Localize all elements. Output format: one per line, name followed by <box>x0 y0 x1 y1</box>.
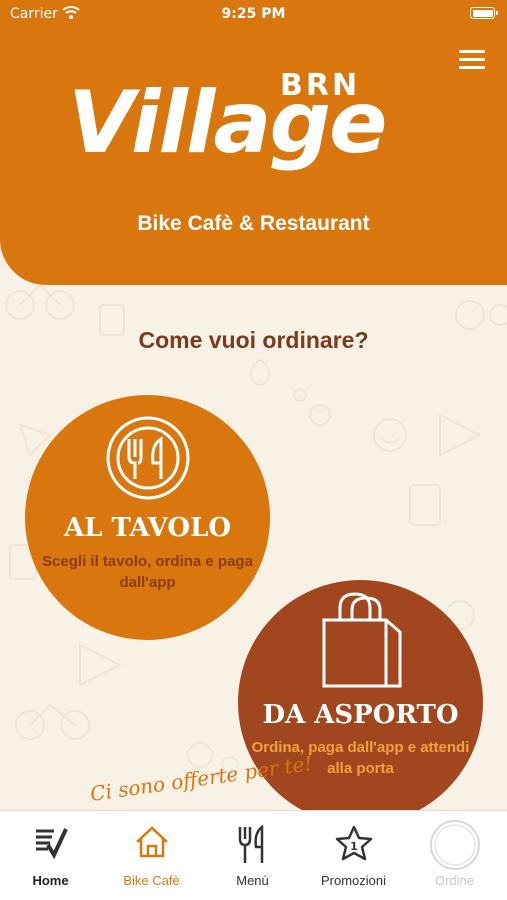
checklist-icon <box>35 828 68 859</box>
tab-promozioni-label: Promozioni <box>320 873 387 888</box>
logo-village: Village <box>68 73 387 173</box>
tab-menu-label: Menù <box>236 873 269 888</box>
star-icon: 1 <box>335 825 372 861</box>
status-time: 9:25 PM <box>221 6 286 22</box>
battery-icon <box>470 7 498 19</box>
tab-home[interactable]: Home <box>0 811 101 900</box>
house-icon <box>135 826 168 858</box>
tab-menu[interactable]: Menù <box>202 811 303 900</box>
tab-bike-cafe[interactable]: Bike Cafè <box>101 811 202 900</box>
al-tavolo-button[interactable]: AL TAVOLO Scegli il tavolo, ordina e pag… <box>25 395 270 640</box>
circle-icon <box>429 820 480 870</box>
fork-knife-icon <box>238 825 263 863</box>
header-subtitle: Bike Cafè & Restaurant <box>137 212 370 235</box>
shopping-bag-icon <box>322 592 401 688</box>
tab-ordine-label: Ordine <box>434 873 475 888</box>
tab-promozioni[interactable]: 1 Promozioni <box>303 811 404 900</box>
promo-badge: 1 <box>350 840 358 853</box>
tab-bike-cafe-label: Bike Cafè <box>123 873 180 888</box>
da-asporto-title: DA ASPORTO <box>262 700 459 730</box>
status-bar: Carrier 9:25 PM <box>0 0 507 30</box>
al-tavolo-description: Scegli il tavolo, ordina e paga dall'app <box>42 553 253 591</box>
header: BRN Village Bike Cafè & Restaurant <box>0 0 507 285</box>
plate-cutlery-icon <box>106 416 189 500</box>
tab-bar: Home Bike Cafè Menù 1 Promozioni Ordine <box>0 810 507 900</box>
al-tavolo-title: AL TAVOLO <box>63 513 231 543</box>
tab-ordine[interactable]: Ordine <box>404 811 505 900</box>
tab-home-label: Home <box>32 873 69 888</box>
hamburger-icon[interactable] <box>459 50 485 70</box>
order-question: Come vuoi ordinare? <box>138 327 369 353</box>
